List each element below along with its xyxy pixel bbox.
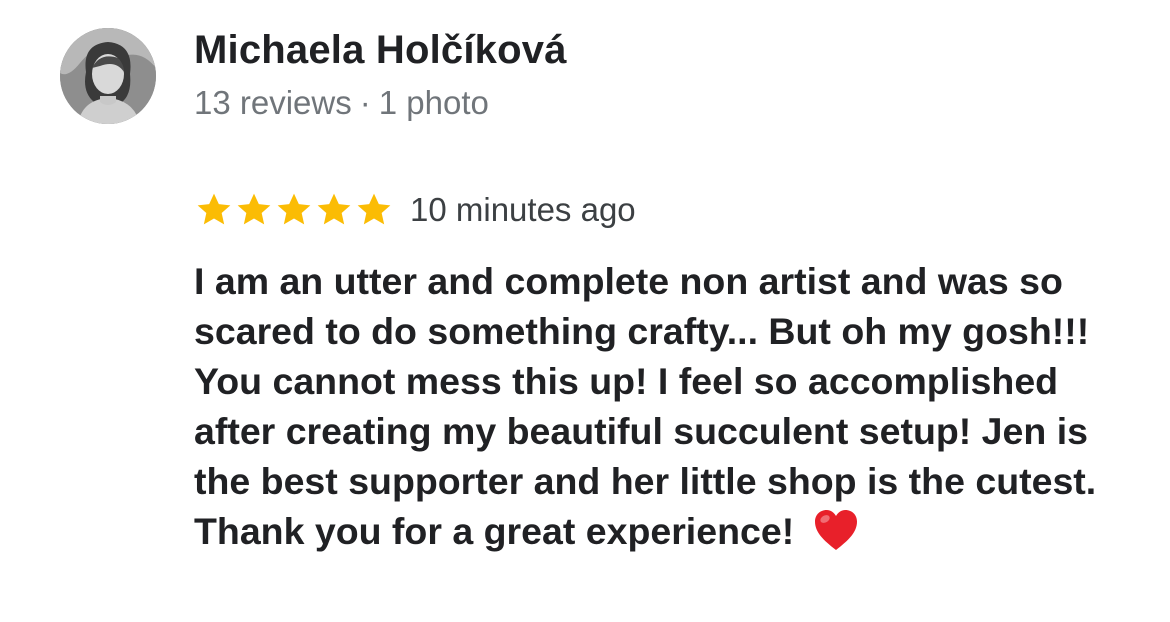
- review-text: I am an utter and complete non artist an…: [194, 260, 1097, 552]
- heart-icon: [814, 510, 857, 550]
- profile-photo-icon: [60, 28, 156, 124]
- star-icon: [357, 193, 391, 225]
- reviewer-name[interactable]: Michaela Holčíková: [194, 28, 567, 73]
- photos-count[interactable]: 1 photo: [379, 84, 489, 121]
- star-icon: [237, 193, 271, 225]
- review-timestamp: 10 minutes ago: [410, 191, 636, 228]
- rating-row: 10 minutes ago: [194, 188, 636, 232]
- reviews-count[interactable]: 13 reviews: [194, 84, 352, 121]
- meta-separator: ·: [359, 84, 371, 121]
- star-icon: [277, 193, 311, 225]
- star-icon: [197, 193, 231, 225]
- star-icon: [317, 193, 351, 225]
- reviewer-meta: 13 reviews · 1 photo: [194, 84, 489, 122]
- avatar[interactable]: [60, 28, 156, 124]
- star-rating: [194, 190, 394, 230]
- review-body: I am an utter and complete non artist an…: [194, 256, 1114, 556]
